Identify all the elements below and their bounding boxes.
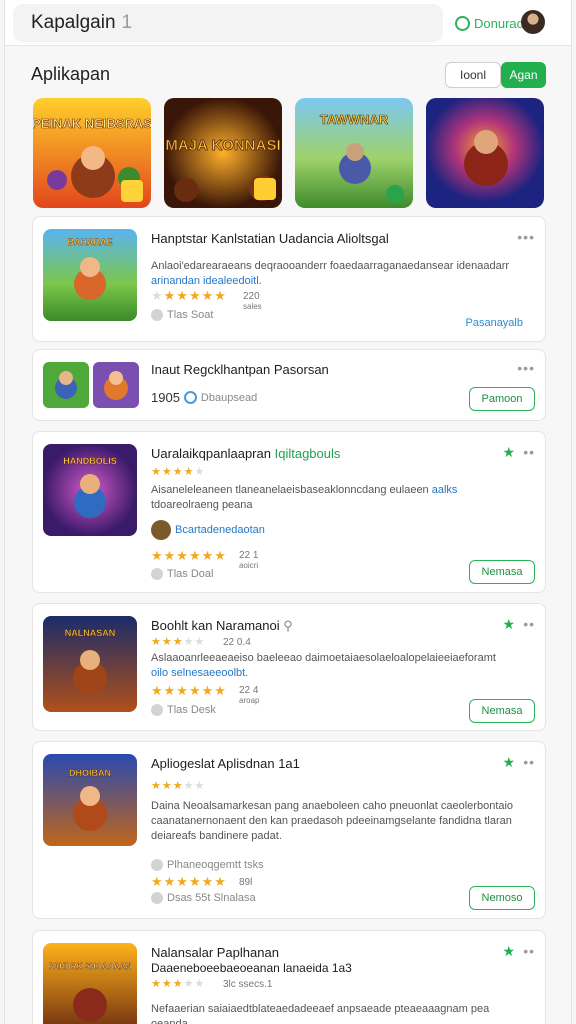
star-rating-3: ★★★★★★: [151, 548, 227, 563]
app-card-5[interactable]: DHOIBAN Apliogeslat Aplisdnan 1a1 ★ •• ★…: [32, 741, 546, 919]
app-thumbnail-3: HANDBOLIS: [43, 444, 137, 536]
app-window: Kapalgain 1 Donurad Aplikapan Ioonl Agan …: [4, 0, 572, 1024]
star-rating-4: ★★★★★★: [151, 683, 227, 698]
more-options-icon[interactable]: ••: [523, 616, 535, 632]
star-rating-5-top: ★★★★★: [151, 780, 206, 792]
filter-button-1[interactable]: Ioonl: [445, 62, 501, 88]
app-meta-5: Dsas 55t Slnalasa: [151, 892, 256, 904]
app-meta-3: Tlas Doal: [151, 568, 213, 580]
app-description-5: Daina Neoalsamarkesan pang anaeboleen ca…: [151, 800, 514, 842]
developer-5: Plhaneoqgemtt tsks: [151, 859, 264, 871]
app-meta-2: 1905 Dbaupsead: [151, 390, 258, 405]
rating-value-5: 89l: [239, 877, 253, 888]
install-button-4[interactable]: Nemasa: [469, 699, 535, 723]
description-link-1[interactable]: arinandan idealeedoitl.: [151, 275, 262, 287]
install-button-2[interactable]: Pamoon: [469, 387, 535, 411]
thumb-6-logo: PAHDRK SHOAOAAN: [49, 962, 132, 971]
rating-sub-1: sales: [243, 302, 262, 311]
rating-sub-3: aoicri: [239, 561, 259, 570]
app-description-3: Aisaneleleaneen tlaneanelaeisbaseaklonnc…: [151, 484, 458, 511]
app-title-1: Hanptstar Kanlstatian Uadancia Alioltsga…: [151, 231, 389, 246]
rating-value-1: 220: [243, 291, 260, 302]
more-options-icon[interactable]: •••: [517, 229, 535, 245]
top-bar: Kapalgain 1 Donurad: [5, 0, 571, 46]
app-description-4: Aslaaoanrleeaeaeiso baeleeao daimoetaiae…: [151, 652, 496, 679]
tile-1-logo: PEINAK NEIBSRAS: [33, 116, 151, 131]
app-card-4[interactable]: NALNASAN Boohlt kan Naramanoi ⚲ ★ •• ★★★…: [32, 603, 546, 731]
app-card-2[interactable]: Inaut Regcklhantpan Pasorsan ••• 1905 Dba…: [32, 349, 546, 421]
star-rating-1: ★★★★★★: [151, 288, 227, 303]
tile-3-logo: TAWWNAR: [320, 112, 389, 127]
star-rating-3-top: ★★★★★: [151, 466, 206, 478]
rating-value-3: 22 1: [239, 550, 259, 561]
star-rating-4-top: ★★★★★: [151, 636, 206, 648]
download-icon: [183, 391, 197, 404]
app-thumbnail-5: DHOIBAN: [43, 754, 137, 846]
game-art-1: PEINAK NEIBSRAS: [33, 98, 151, 208]
filter-button-2[interactable]: Agan: [501, 62, 546, 88]
star-rating-5: ★★★★★★: [151, 874, 227, 889]
star-rating-6-top: ★★★★★: [151, 978, 206, 990]
favorite-star-icon[interactable]: ★: [502, 444, 515, 461]
category-icon: [151, 309, 163, 321]
game-art-3: TAWWNAR: [295, 98, 413, 208]
rating-sub-4: aroap: [239, 696, 260, 705]
app-thumbnail-1: BAHARAE: [43, 229, 137, 321]
app-thumbnail-4: NALNASAN: [43, 616, 137, 712]
thumb-5-logo: DHOIBAN: [69, 768, 111, 778]
app-card-1[interactable]: BAHARAE Hanptstar Kanlstatian Uadancia A…: [32, 216, 546, 342]
app-description-1: Anlaoi'edarearaeans deqraooanderr foaeda…: [151, 260, 510, 287]
developer-avatar: [151, 520, 171, 540]
section-title: Aplikapan: [31, 64, 111, 84]
app-title-4: Boohlt kan Naramanoi ⚲: [151, 618, 293, 633]
rating-value-4: 22 4: [239, 685, 259, 696]
thumb-4-logo: NALNASAN: [65, 628, 116, 638]
app-card-6[interactable]: PAHDRK SHOAOAAN Nalansalar Paplhanan Daa…: [32, 930, 546, 1024]
favorite-star-icon[interactable]: ★: [502, 943, 515, 960]
app-title-5: Apliogeslat Aplisdnan 1a1: [151, 756, 300, 771]
app-title-3-highlight: Iqiltagbouls: [274, 446, 341, 461]
more-options-icon[interactable]: ••: [523, 754, 535, 770]
favorite-star-icon[interactable]: ★: [502, 616, 515, 633]
app-title-3: Uaralaikqpanlaapran Iqiltagbouls: [151, 446, 341, 461]
app-card-3[interactable]: HANDBOLIS Uaralaikqpanlaapran Iqiltagbou…: [32, 431, 546, 593]
tile-2-logo: MAJA KONNASI: [165, 137, 280, 154]
install-button-3[interactable]: Nemasa: [469, 560, 535, 584]
title-count: 1: [121, 12, 133, 33]
more-options-icon[interactable]: ••: [523, 943, 535, 959]
more-options-icon[interactable]: •••: [517, 360, 535, 376]
signin-icon: [455, 15, 470, 31]
rating-value-4-top: 22 0.4: [223, 637, 251, 648]
featured-tile-3[interactable]: TAWWNAR: [295, 98, 413, 208]
app-thumbnail-6: PAHDRK SHOAOAAN: [43, 943, 137, 1024]
featured-tile-4[interactable]: [426, 98, 544, 208]
install-button-5[interactable]: Nemoso: [469, 886, 535, 910]
thumb-1-logo: BAHARAE: [68, 237, 113, 247]
app-thumbnail-2a: [43, 362, 89, 408]
app-meta-1: Tlas Soat: [151, 309, 213, 321]
featured-tile-1[interactable]: PEINAK NEIBSRAS: [33, 98, 151, 208]
thumb-3-logo: HANDBOLIS: [63, 456, 117, 466]
signin-label: Donurad: [474, 15, 524, 31]
app-meta-4: Tlas Desk: [151, 704, 216, 716]
more-options-icon[interactable]: ••: [523, 444, 535, 460]
search-icon[interactable]: ⚲: [283, 618, 293, 633]
app-thumbnail-2b: [93, 362, 139, 408]
app-title-6: Nalansalar Paplhanan: [151, 945, 279, 960]
app-description-6: Nefaaerian saiaiaedtblateaedadeeaef anps…: [151, 1003, 490, 1024]
signin-button[interactable]: Donurad: [455, 13, 524, 33]
favorite-star-icon[interactable]: ★: [502, 754, 515, 771]
app-title-2: Inaut Regcklhantpan Pasorsan: [151, 362, 329, 377]
avatar[interactable]: [521, 10, 545, 34]
details-link-1[interactable]: Pasanayalb: [466, 317, 524, 329]
game-art-4: [426, 98, 544, 208]
game-art-2: MAJA KONNASI: [164, 98, 282, 208]
featured-tile-2[interactable]: MAJA KONNASI: [164, 98, 282, 208]
developer-3: Bcartadenedaotan: [151, 520, 265, 540]
app-title: Kapalgain 1: [31, 12, 133, 33]
rating-value-6-top: 3lc ssecs.1: [223, 979, 273, 990]
app-subtitle-6: Daaeneboeebaeoeanan lanaeida 1a3: [151, 961, 352, 975]
